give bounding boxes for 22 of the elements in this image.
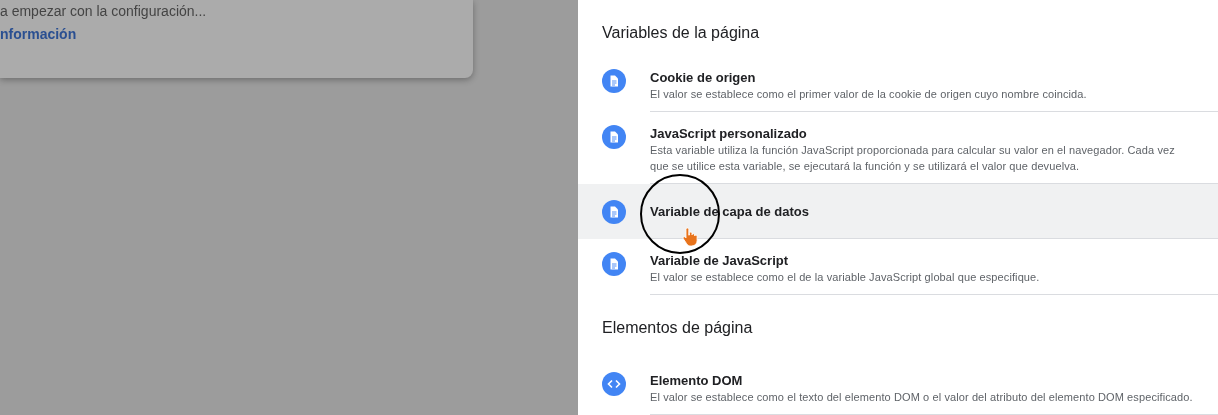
- hand-cursor-icon: [682, 226, 700, 248]
- variable-type-item[interactable]: Variable de JavaScript El valor se establece como el de la variable JavaScript global que especifique.: [578, 239, 1218, 295]
- section-heading: Elementos de página: [601, 318, 754, 338]
- document-icon: [602, 69, 626, 93]
- variable-type-item[interactable]: Variable de capa de datos: [578, 184, 1218, 239]
- variable-type-item[interactable]: Cookie de origen El valor se establece como el primer valor de la cookie de origen cuyo nombre coincida.: [578, 56, 1218, 112]
- item-title: Variable de capa de datos: [650, 202, 809, 220]
- dialog-text: a empezar con la configuración...: [0, 2, 207, 20]
- item-description: El valor se establece como el de la variable JavaScript global que especifique.: [650, 270, 1041, 285]
- code-icon: [602, 372, 626, 396]
- document-icon: [602, 125, 626, 149]
- document-icon: [602, 199, 626, 224]
- item-description: El valor se establece como el texto del elemento DOM o el valor del atributo del elemento DOM especificado.: [650, 390, 1194, 405]
- item-title: Variable de JavaScript: [650, 252, 790, 269]
- item-title: Elemento DOM: [650, 372, 744, 389]
- document-icon: [602, 252, 626, 276]
- variable-type-item[interactable]: Elemento DOM El valor se establece como el texto del elemento DOM o el valor del atributo del elemento DOM especificado.: [578, 359, 1218, 415]
- section-heading: Variables de la página: [601, 23, 761, 43]
- item-description: El valor se establece como el primer valor de la cookie de origen cuyo nombre coincida.: [650, 87, 1088, 102]
- item-description: Esta variable utiliza la función JavaScript proporcionada para calcular su valor en el navegador. Cada vez que se utilice esta variable, se ejecutará la función y se utilizará el valor que devuelva.: [650, 143, 1176, 174]
- item-title: Cookie de origen: [650, 69, 757, 86]
- item-title: JavaScript personalizado: [650, 125, 808, 142]
